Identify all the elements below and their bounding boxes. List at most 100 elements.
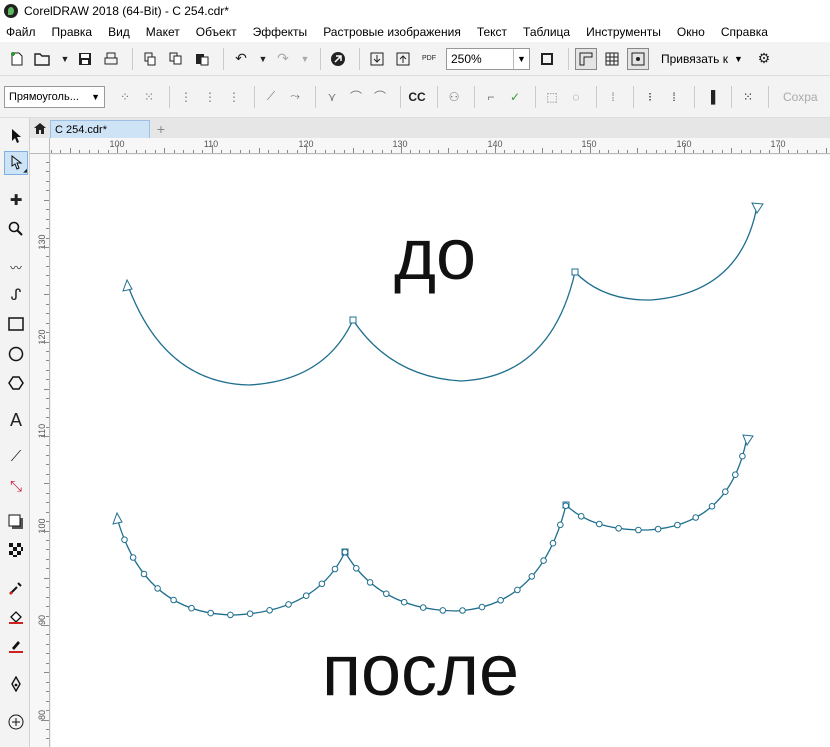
after-node[interactable] bbox=[635, 526, 642, 534]
undo-icon[interactable]: ↶ bbox=[230, 48, 252, 70]
convert-to-curve-icon[interactable]: ⤳ bbox=[285, 87, 305, 107]
after-node[interactable] bbox=[615, 525, 622, 532]
after-node[interactable] bbox=[227, 611, 234, 619]
redo-dropdown-chevron-icon[interactable]: ▼ bbox=[298, 48, 312, 70]
print-icon[interactable] bbox=[100, 48, 122, 70]
before-label[interactable]: до bbox=[394, 219, 476, 291]
join-nodes-icon[interactable]: ⋮ bbox=[176, 87, 196, 107]
after-node[interactable] bbox=[497, 597, 504, 604]
freehand-tool-icon[interactable]: 〰 bbox=[4, 255, 28, 279]
vertical-reflect-nodes-icon[interactable]: ⁞ bbox=[664, 87, 684, 107]
after-node[interactable] bbox=[285, 601, 292, 608]
after-node[interactable] bbox=[692, 514, 700, 521]
after-node[interactable] bbox=[557, 521, 564, 529]
outline-pen-tool-icon[interactable] bbox=[4, 672, 28, 696]
transparency-tool-icon[interactable] bbox=[4, 538, 28, 562]
before-node[interactable] bbox=[571, 268, 579, 276]
after-node[interactable] bbox=[121, 536, 128, 544]
break-curve-icon[interactable]: ⋮ bbox=[200, 87, 220, 107]
menu-table[interactable]: Таблица bbox=[515, 25, 578, 39]
after-node[interactable] bbox=[207, 609, 214, 617]
snap-to-dropdown[interactable]: Привязать к ▼ bbox=[661, 52, 743, 66]
after-node[interactable] bbox=[400, 598, 408, 606]
after-node[interactable] bbox=[732, 471, 739, 479]
copy-icon[interactable] bbox=[165, 48, 187, 70]
after-node[interactable] bbox=[459, 607, 466, 614]
stretch-scale-nodes-icon[interactable]: ⬚ bbox=[542, 87, 562, 107]
after-node[interactable] bbox=[140, 570, 148, 578]
open-dropdown-chevron-icon[interactable]: ▼ bbox=[58, 48, 72, 70]
convert-to-line-icon[interactable]: ⟋ bbox=[261, 87, 281, 107]
connector-tool-icon[interactable]: ⤡ bbox=[4, 474, 28, 498]
menu-layout[interactable]: Макет bbox=[138, 25, 188, 39]
smart-fill-tool-icon[interactable] bbox=[4, 634, 28, 658]
after-node[interactable] bbox=[577, 513, 585, 520]
polygon-tool-icon[interactable] bbox=[4, 371, 28, 395]
reduce-nodes-button[interactable]: Сохра bbox=[783, 90, 818, 104]
elastic-mode-icon[interactable]: ▐ bbox=[701, 87, 721, 107]
menu-window[interactable]: Окно bbox=[669, 25, 713, 39]
after-node[interactable] bbox=[722, 488, 729, 496]
new-document-icon[interactable] bbox=[6, 48, 28, 70]
after-curve[interactable] bbox=[117, 436, 748, 616]
align-nodes-icon[interactable]: ⁞ bbox=[603, 87, 623, 107]
pick-tool-icon[interactable] bbox=[4, 124, 28, 148]
extend-curve-icon[interactable]: ⚇ bbox=[444, 87, 464, 107]
after-node[interactable] bbox=[514, 586, 521, 594]
after-node[interactable] bbox=[353, 565, 360, 572]
after-node[interactable] bbox=[302, 592, 310, 600]
redo-icon[interactable]: ↷ bbox=[272, 48, 294, 70]
after-node[interactable] bbox=[266, 607, 273, 614]
after-node[interactable] bbox=[170, 596, 177, 604]
ruler-origin-corner[interactable] bbox=[30, 138, 50, 154]
horizontal-reflect-nodes-icon[interactable]: ⁝ bbox=[640, 87, 660, 107]
options-gear-icon[interactable]: ⚙ bbox=[753, 48, 775, 70]
after-node[interactable] bbox=[596, 520, 603, 528]
horizontal-ruler[interactable]: 100 110 120 130 140 150 160 170 bbox=[50, 138, 830, 154]
new-tab-plus-icon[interactable]: + bbox=[152, 120, 170, 138]
after-node[interactable] bbox=[562, 502, 570, 510]
after-node[interactable] bbox=[383, 590, 390, 598]
interactive-fill-tool-icon[interactable] bbox=[4, 605, 28, 629]
after-node[interactable] bbox=[654, 525, 662, 533]
parallel-dimension-tool-icon[interactable]: ⟋ bbox=[4, 444, 28, 468]
full-screen-icon[interactable] bbox=[536, 48, 558, 70]
rectangle-tool-icon[interactable] bbox=[4, 312, 28, 336]
import-icon[interactable] bbox=[366, 48, 388, 70]
zoom-dropdown-chevron-icon[interactable]: ▼ bbox=[513, 48, 529, 69]
after-node[interactable] bbox=[188, 604, 195, 612]
zoom-level-select[interactable]: 250% ▼ bbox=[446, 47, 530, 70]
close-curve-icon[interactable]: ✓ bbox=[505, 87, 525, 107]
vertical-ruler[interactable]: 130 120 110 100 90 80 bbox=[30, 154, 50, 747]
menu-file[interactable]: Файл bbox=[0, 25, 44, 39]
combine-nodes-icon[interactable]: ⋮ bbox=[224, 87, 244, 107]
corel-connect-icon[interactable] bbox=[327, 48, 349, 70]
cusp-node-icon[interactable]: ⋎ bbox=[322, 87, 342, 107]
after-node[interactable] bbox=[318, 580, 326, 588]
menu-edit[interactable]: Правка bbox=[44, 25, 101, 39]
after-label[interactable]: после bbox=[322, 635, 519, 707]
after-node[interactable] bbox=[439, 607, 447, 614]
save-icon[interactable] bbox=[74, 48, 96, 70]
menu-effects[interactable]: Эффекты bbox=[245, 25, 316, 39]
after-node[interactable] bbox=[478, 603, 486, 611]
smooth-node-icon[interactable]: ⌒ bbox=[346, 87, 366, 107]
open-folder-icon[interactable] bbox=[32, 48, 54, 70]
shape-tool-icon[interactable]: ◢ bbox=[4, 151, 28, 175]
after-node[interactable] bbox=[366, 579, 374, 586]
export-icon[interactable] bbox=[392, 48, 414, 70]
after-node[interactable] bbox=[739, 452, 746, 460]
paste-icon[interactable] bbox=[191, 48, 213, 70]
add-nodes-icon[interactable]: ⁘ bbox=[115, 87, 135, 107]
cut-icon[interactable] bbox=[139, 48, 161, 70]
symmetrical-node-icon[interactable]: ⌒ bbox=[370, 87, 390, 107]
after-node[interactable] bbox=[331, 565, 339, 573]
after-node[interactable] bbox=[540, 557, 547, 564]
home-icon[interactable] bbox=[30, 118, 50, 138]
show-rulers-icon[interactable] bbox=[575, 47, 597, 70]
drop-shadow-tool-icon[interactable] bbox=[4, 510, 28, 534]
extract-subpath-icon[interactable]: ⌐ bbox=[481, 87, 501, 107]
after-node[interactable] bbox=[154, 585, 161, 592]
menu-tools[interactable]: Инструменты bbox=[578, 25, 669, 39]
node-selection-mode-select[interactable]: Прямоуголь... ▼ bbox=[4, 85, 105, 108]
